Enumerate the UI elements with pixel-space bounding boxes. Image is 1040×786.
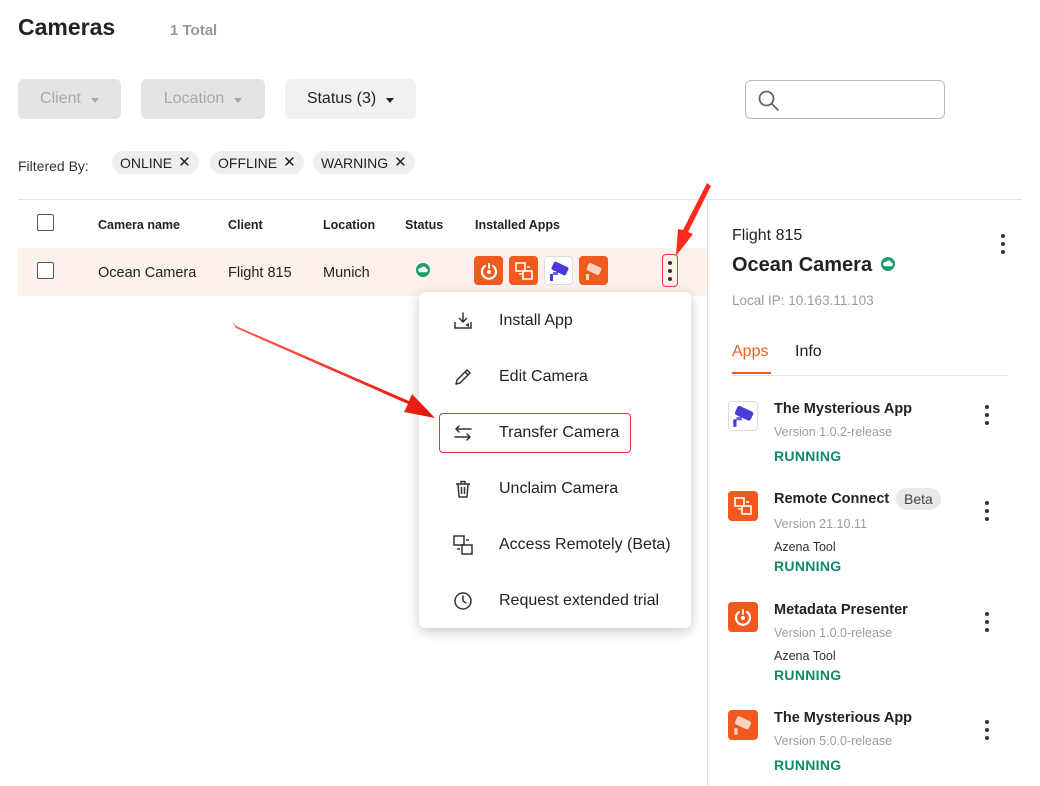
remote-connect-icon[interactable]: [509, 256, 538, 285]
mysterious-app-icon[interactable]: [544, 256, 573, 285]
status-filter-label: Status (3): [306, 90, 377, 107]
menu-item-label: Install App: [499, 312, 573, 329]
close-icon[interactable]: ✕: [394, 155, 407, 170]
tabs-divider: [732, 375, 1008, 376]
detail-client: Flight 815: [732, 227, 803, 244]
chevron-down-icon: [90, 97, 99, 103]
app-name: Remote Connect: [774, 491, 890, 507]
column-header-installed-apps: Installed Apps: [475, 218, 560, 232]
menu-item-access-remotely[interactable]: Access Remotely (Beta): [419, 517, 691, 573]
detail-camera-name: Ocean Camera: [732, 254, 896, 277]
online-status-icon: [880, 256, 895, 271]
close-icon[interactable]: ✕: [178, 155, 191, 170]
menu-item-label: Transfer Camera: [499, 424, 620, 441]
clock-icon: [454, 592, 472, 610]
menu-item-label: Request extended trial: [499, 592, 660, 609]
arrow-to-transfer: [232, 322, 435, 418]
mysterious-app-5-icon[interactable]: [579, 256, 608, 285]
app-name: The Mysterious App: [774, 710, 913, 726]
detail-more-button[interactable]: [1001, 234, 1005, 254]
column-header-status[interactable]: Status: [405, 218, 443, 232]
active-tab-indicator: [732, 372, 771, 374]
column-header-camera-name[interactable]: Camera name: [98, 218, 180, 232]
mysterious-app-5-icon: [728, 710, 758, 740]
chip-label: ONLINE: [120, 154, 173, 171]
remote-access-icon: [453, 535, 473, 555]
app-version: Version 1.0.2-release: [774, 425, 893, 439]
row-checkbox[interactable]: [37, 262, 54, 279]
chip-label: WARNING: [321, 154, 389, 171]
divider: [18, 199, 1022, 200]
row-more-button[interactable]: [662, 254, 678, 287]
metadata-presenter-icon: [728, 602, 758, 632]
detail-camera-name-text: Ocean Camera: [732, 254, 873, 276]
app-tool: Azena Tool: [774, 540, 836, 554]
app-status: RUNNING: [774, 448, 842, 464]
app-more-button[interactable]: [985, 612, 989, 632]
app-name: The Mysterious App: [774, 401, 913, 417]
status-filter-button[interactable]: Status (3): [285, 79, 416, 119]
install-icon: [454, 312, 472, 329]
menu-item-edit-camera[interactable]: Edit Camera: [419, 349, 691, 405]
app-list-item[interactable]: The Mysterious App Version 5.0.0-release…: [728, 710, 1008, 780]
detail-local-ip: Local IP: 10.163.11.103: [732, 293, 874, 308]
app-status: RUNNING: [774, 757, 842, 773]
online-status-icon: [416, 263, 430, 277]
app-version: Version 21.10.11: [774, 517, 867, 531]
panel-divider: [707, 199, 708, 786]
menu-item-label: Access Remotely (Beta): [499, 536, 671, 553]
context-menu: Install App Edit Camera Transfer Camera …: [419, 292, 691, 628]
app-status: RUNNING: [774, 667, 842, 683]
remote-connect-icon: [728, 491, 758, 521]
menu-item-label: Edit Camera: [499, 368, 588, 385]
app-more-button[interactable]: [985, 405, 989, 425]
app-list-item[interactable]: Metadata Presenter Version 1.0.0-release…: [728, 602, 1008, 692]
beta-badge: Beta: [896, 488, 941, 510]
metadata-presenter-icon[interactable]: [474, 256, 503, 285]
tab-apps[interactable]: Apps: [732, 343, 768, 361]
search-input[interactable]: [745, 80, 945, 119]
app-more-button[interactable]: [985, 501, 989, 521]
location-filter-label: Location: [163, 90, 225, 107]
filter-chip-offline[interactable]: OFFLINE ✕: [210, 151, 304, 174]
app-version: Version 5.0.0-release: [774, 734, 893, 748]
menu-item-install-app[interactable]: Install App: [419, 293, 691, 349]
menu-item-request-trial[interactable]: Request extended trial: [419, 573, 691, 629]
location-filter-button[interactable]: Location: [141, 79, 265, 119]
app-list-item[interactable]: The Mysterious App Version 1.0.2-release…: [728, 401, 1008, 471]
row-location: Munich: [323, 265, 370, 281]
client-filter-label: Client: [40, 90, 81, 107]
tab-info[interactable]: Info: [795, 343, 822, 361]
row-camera-name: Ocean Camera: [98, 265, 197, 281]
chevron-down-icon: [386, 97, 395, 103]
app-tool: Azena Tool: [774, 649, 836, 663]
app-name: Metadata Presenter: [774, 602, 908, 618]
search-icon: [758, 90, 779, 111]
menu-item-label: Unclaim Camera: [499, 480, 619, 497]
filter-chip-online[interactable]: ONLINE ✕: [112, 151, 199, 174]
row-client: Flight 815: [228, 265, 292, 281]
app-status: RUNNING: [774, 558, 842, 574]
menu-item-unclaim-camera[interactable]: Unclaim Camera: [419, 461, 691, 517]
client-filter-button[interactable]: Client: [18, 79, 121, 119]
transfer-icon: [454, 425, 472, 441]
arrow-to-kebab: [676, 183, 711, 256]
menu-item-transfer-camera[interactable]: Transfer Camera: [419, 405, 691, 461]
select-all-checkbox[interactable]: [37, 214, 54, 231]
chip-label: OFFLINE: [218, 154, 278, 171]
app-version: Version 1.0.0-release: [774, 626, 893, 640]
trash-icon: [456, 480, 470, 498]
app-list-item[interactable]: Remote Connect Beta Version 21.10.11 Aze…: [728, 488, 1008, 581]
pencil-icon: [455, 369, 471, 385]
filtered-by-label: Filtered By:: [18, 158, 89, 174]
close-icon[interactable]: ✕: [283, 155, 296, 170]
chevron-down-icon: [234, 97, 243, 103]
page-title: Cameras: [18, 14, 116, 40]
total-count: 1 Total: [170, 22, 218, 39]
column-header-client[interactable]: Client: [228, 218, 263, 232]
filter-chip-warning[interactable]: WARNING ✕: [313, 151, 415, 174]
mysterious-app-icon: [728, 401, 758, 431]
app-more-button[interactable]: [985, 720, 989, 740]
column-header-location[interactable]: Location: [323, 218, 375, 232]
